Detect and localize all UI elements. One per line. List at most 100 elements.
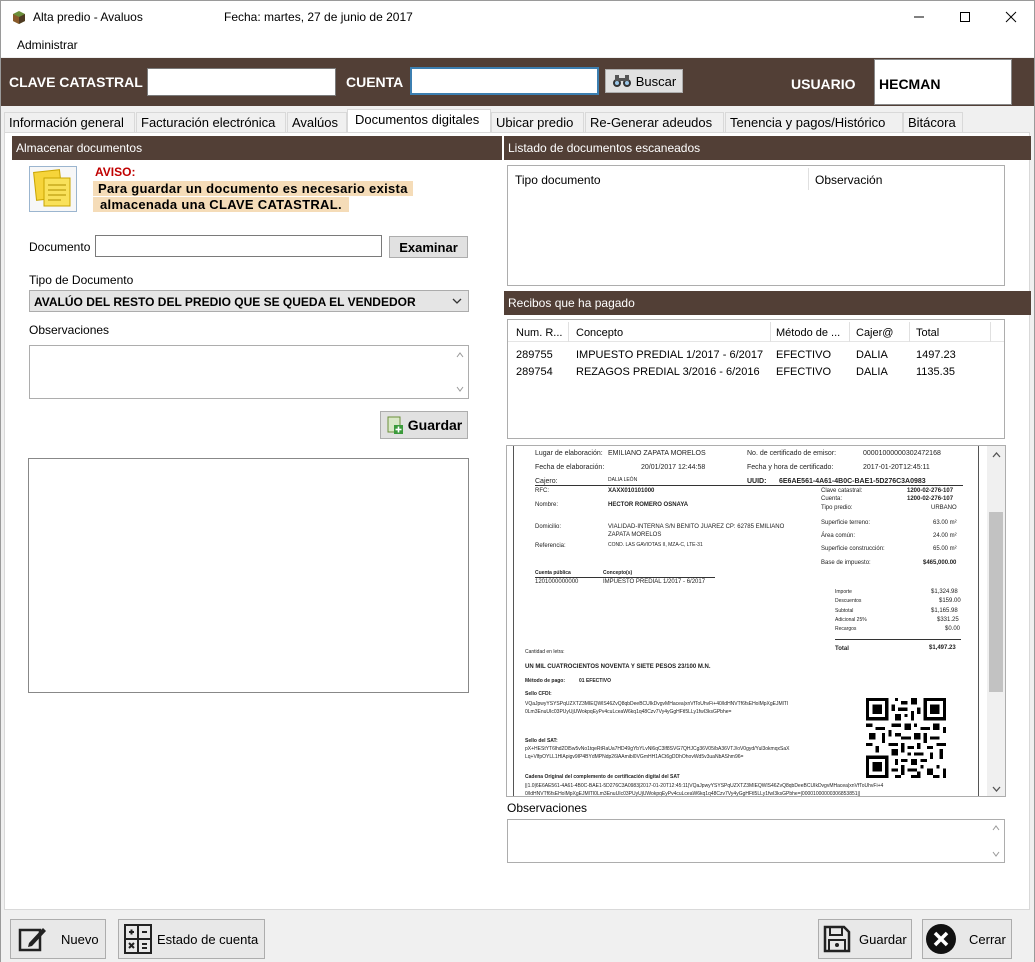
receipt-base-label: Base de impuesto: — [821, 560, 871, 566]
close-window-button[interactable] — [988, 1, 1034, 33]
receipt-uuid: 6E6AE561-4A61-4B0C-BAE1-5D276C3A0983 — [779, 478, 926, 485]
clave-catastral-label: CLAVE CATASTRAL — [9, 74, 143, 90]
recibos-table[interactable]: Num. R... Concepto Método de ... Cajer@ … — [507, 319, 1005, 439]
receipt-cadena1: ||1.0|6E6AE561-4A61-4B0C-BAE1-5D276C3A09… — [525, 783, 884, 789]
receipt-fecha-cert-label: Fecha y hora de certificado: — [747, 464, 834, 471]
receipt-recargos-label: Recargos — [835, 626, 857, 632]
col-metodo[interactable]: Método de ... — [776, 327, 840, 339]
receipt-sello-sat2: Lq+VlfpOYLL1HlApigv9IP4BYdMPNdp26lAAmibl… — [525, 754, 744, 760]
tab-ubicar-predio[interactable]: Ubicar predio — [491, 112, 584, 132]
receipt-descuentos-label: Descuentos — [835, 598, 862, 604]
examinar-button[interactable]: Examinar — [389, 236, 468, 258]
guardar-documento-button[interactable]: Guardar — [380, 411, 468, 439]
observaciones-label: Observaciones — [29, 323, 110, 337]
receipt-descuentos: $159.00 — [939, 598, 961, 604]
receipt-sello-cfdi2: 0Lm3EnuUIc03PUyUjUWokpqEyPv4cuLceaW6kq1q… — [525, 709, 732, 715]
tab-tenencia-pagos[interactable]: Tenencia y pagos/Histórico — [725, 112, 903, 132]
tab-bitacora[interactable]: Bitácora — [903, 112, 963, 132]
col-tipo-documento[interactable]: Tipo documento — [515, 173, 601, 187]
col-divider — [770, 322, 771, 342]
table-row[interactable]: 289755 IMPUESTO PREDIAL 1/2017 - 6/2017 … — [508, 347, 1004, 363]
receipt-cantidad: UN MIL CUATROCIENTOS NOVENTA Y SIETE PES… — [525, 664, 711, 670]
tab-facturacion-electronica[interactable]: Facturación electrónica — [136, 112, 286, 132]
maximize-icon — [960, 12, 970, 22]
receipt-cuenta-pub-label: Cuenta pública — [535, 570, 571, 576]
listado-header: Listado de documentos escaneados — [504, 136, 1031, 160]
receipt-domicilio-label: Domicilio: — [535, 524, 562, 530]
tab-regenerar-adeudos[interactable]: Re-Generar adeudos — [585, 112, 724, 132]
receipt-subtotal: $1,165.98 — [931, 608, 958, 614]
col-concepto[interactable]: Concepto — [576, 327, 623, 339]
documento-input[interactable] — [95, 235, 382, 257]
receipt-fecha-label: Fecha de elaboración: — [535, 464, 605, 471]
receipt-area-comun-label: Área común: — [821, 533, 856, 539]
listado-table[interactable]: Tipo documento Observación — [507, 165, 1005, 286]
receipt-viewer[interactable]: Lugar de elaboración: EMILIANO ZAPATA MO… — [506, 445, 1006, 797]
receipt-sup-terreno: 63.00 m² — [933, 520, 957, 526]
observaciones-recibo-label: Observaciones — [507, 801, 588, 815]
receipt-total-label: Total — [835, 646, 849, 652]
receipt-sup-const-label: Superficie construcción: — [821, 546, 885, 552]
clave-catastral-input[interactable] — [147, 68, 336, 96]
tipo-documento-label: Tipo de Documento — [29, 273, 134, 287]
cerrar-button[interactable]: Cerrar — [922, 919, 1012, 959]
window-date: Fecha: martes, 27 de junio de 2017 — [224, 10, 413, 24]
tab-documentos-digitales[interactable]: Documentos digitales — [347, 109, 491, 132]
receipt-area-comun: 24.00 m² — [933, 533, 957, 539]
scroll-down-icon[interactable] — [456, 386, 464, 392]
receipt-tipo: URBANO — [931, 505, 957, 511]
tipo-documento-select[interactable]: AVALÚO DEL RESTO DEL PREDIO QUE SE QUEDA… — [29, 290, 469, 312]
col-total[interactable]: Total — [916, 327, 939, 339]
cerrar-label: Cerrar — [969, 931, 1006, 947]
scroll-up-icon[interactable] — [456, 352, 464, 358]
scrollbar-thumb[interactable] — [989, 512, 1003, 692]
receipt-cuenta: 1200-02-276-107 — [907, 496, 954, 502]
col-observacion[interactable]: Observación — [815, 173, 882, 187]
tab-avaluos[interactable]: Avalúos — [287, 112, 347, 132]
nuevo-button[interactable]: Nuevo — [10, 919, 106, 959]
receipt-cantidad-label: Cantidad en letra: — [525, 649, 565, 655]
minimize-button[interactable] — [896, 1, 942, 33]
cuenta-input[interactable] — [410, 67, 599, 95]
main-window: Alta predio - Avaluos Fecha: martes, 27 … — [0, 0, 1035, 962]
nuevo-label: Nuevo — [61, 931, 99, 947]
receipt-sello-cfdi-label: Sello CFDI: — [525, 691, 552, 697]
tab-informacion-general[interactable]: Información general — [4, 112, 135, 132]
receipt-cert-label: No. de certificado de emisor: — [747, 450, 837, 457]
receipt-cadena2: 0/ldHNVTf6fsEHolMpXgEJMlTI0Lm3EnuUIc03PU… — [525, 791, 861, 797]
cell-cajero: DALIA — [856, 349, 888, 361]
guardar-button[interactable]: Guardar — [818, 919, 912, 959]
add-file-icon — [387, 416, 403, 434]
sticky-notes-icon — [29, 166, 77, 212]
usuario-label: USUARIO — [791, 76, 856, 92]
scroll-up-icon[interactable] — [992, 452, 1001, 458]
calculator-icon — [124, 924, 152, 954]
receipt-sup-terreno-label: Superficie terreno: — [821, 520, 871, 526]
estado-cuenta-button[interactable]: Estado de cuenta — [118, 919, 265, 959]
receipt-cadena-label: Cadena Original del complemento de certi… — [525, 774, 680, 780]
receipt-cuenta-pub: 1201000000000 — [535, 579, 579, 585]
receipt-tipo-label: Tipo predio: — [821, 505, 853, 511]
observaciones-recibo-textarea[interactable] — [507, 819, 1005, 863]
col-cajero[interactable]: Cajer@ — [856, 327, 893, 339]
receipt-metodo: 01 EFECTIVO — [579, 678, 611, 684]
menu-administrar[interactable]: Administrar — [17, 38, 78, 52]
qr-code-icon — [866, 698, 946, 778]
cell-metodo: EFECTIVO — [776, 366, 832, 378]
col-divider — [849, 322, 850, 342]
receipt-adicional-label: Adicional 25% — [835, 617, 867, 623]
window-title: Alta predio - Avaluos — [33, 10, 143, 24]
minimize-icon — [914, 16, 924, 18]
cell-concepto: REZAGOS PREDIAL 3/2016 - 6/2016 — [576, 366, 760, 378]
scroll-down-icon[interactable] — [992, 851, 1000, 857]
observaciones-textarea[interactable] — [29, 345, 469, 399]
scroll-up-icon[interactable] — [992, 825, 1000, 831]
receipt-cajero-label: Cajero: — [535, 478, 558, 485]
receipt-domicilio2: ZAPATA MORELOS — [608, 532, 662, 538]
col-divider — [909, 322, 910, 342]
maximize-button[interactable] — [942, 1, 988, 33]
buscar-button[interactable]: Buscar — [605, 69, 683, 93]
scroll-down-icon[interactable] — [992, 786, 1001, 792]
col-num-recibo[interactable]: Num. R... — [516, 327, 562, 339]
table-row[interactable]: 289754 REZAGOS PREDIAL 3/2016 - 6/2016 E… — [508, 364, 1004, 380]
